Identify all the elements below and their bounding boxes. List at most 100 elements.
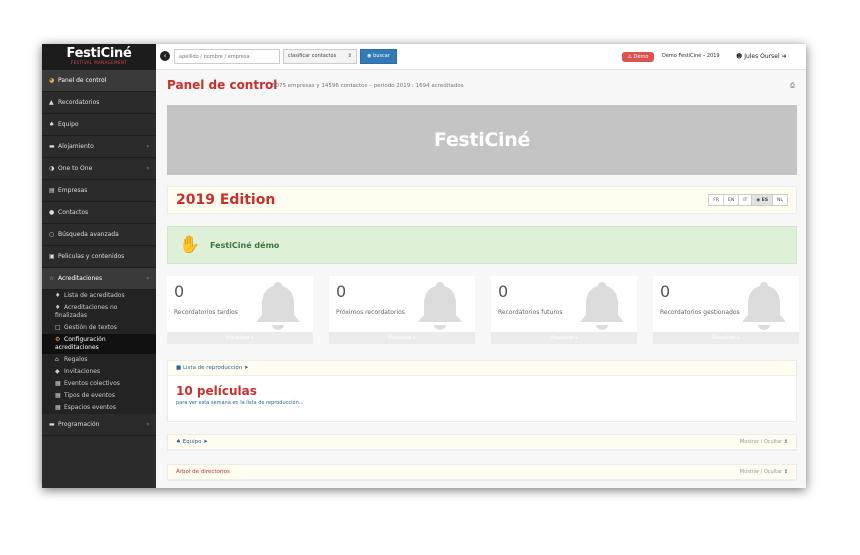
welcome-text: FestiCiné démo [210,241,280,250]
sidebar-item-label: Recordatorios [58,99,100,106]
language-switcher: FR EN IT ◉ ES NL [708,194,788,206]
language-button-nl[interactable]: NL [772,194,788,206]
sidebar-item-alojamiento[interactable]: ▬ Alojamiento › [42,136,156,158]
festicine-logo[interactable]: FestiCiné FESTIVAL MANAGEMENT [42,44,156,70]
page-title: Panel de control [167,78,278,92]
reminder-count: 0 [174,282,185,301]
arrow-circle-icon: ➤ [243,365,249,371]
main-content: Panel de control 5075 empresas y 14596 c… [156,70,806,488]
bell-icon [577,278,627,334]
view-link-label: Visualizar [387,335,412,341]
gift-icon: ⌂ [55,356,59,363]
reminder-label: Próximos recordatorios [336,309,405,316]
reminder-count: 0 [498,282,509,301]
view-reminders-link[interactable]: Visualizar ▸ [491,332,637,344]
sidebar-item-label: Alojamiento [58,143,94,150]
sidebar-item-label: Empresas [58,187,88,194]
sidebar-item-label: One to One [58,165,93,172]
sidebar-item-label: Peliculas y contenidos [58,253,125,260]
language-button-it[interactable]: IT [738,194,753,206]
sidebar-item-peliculas-y-contenidos[interactable]: ▣ Peliculas y contenidos [42,246,156,268]
reminder-label: Recordatorios gestionados [660,309,740,316]
user-menu[interactable]: ☻ Jules Oursel ➜ [736,49,787,64]
users-icon: ♦ [55,304,61,311]
sidebar-subitem-label: Espacios eventos [64,404,116,411]
users-icon: ♦ [55,292,61,299]
film-icon: ▣ [49,253,55,260]
sidebar-item-empresas[interactable]: ▤ Empresas [42,180,156,202]
sort-contacts-select[interactable]: clasificar contactos ⇕ [283,49,357,64]
arrow-circle-icon: ▸ [735,335,741,341]
sidebar-item-equipo[interactable]: ♠ Equipo [42,114,156,136]
sidebar-subitem-lista-de-acreditados[interactable]: ♦ Lista de acreditados [42,290,156,302]
toggle-tree-link[interactable]: Mostrar / Ocultar ↕ [740,465,788,480]
sidebar-subitem-tipos-de-eventos[interactable]: ▦ Tipos de eventos [42,390,156,402]
language-button-fr[interactable]: FR [708,194,724,206]
team-panel: ♠ Equipo ➤ Mostrar / Ocultar ↕ [167,434,797,451]
reminder-card: 0 Recordatorios futuros Visualizar ▸ [491,276,637,344]
view-link-label: Visualizar [549,335,574,341]
chat-icon: ◑ [49,165,55,172]
reminder-card: 0 Próximos recordatorios Visualizar ▸ [329,276,475,344]
sidebar-item-label: Búsqueda avanzada [58,231,119,238]
reminder-card: 0 Recordatorios gestionados Visualizar ▸ [653,276,799,344]
playlist-panel-header[interactable]: ■ Lista de reproducción ➤ [168,361,796,376]
reminder-label: Recordatorios futuros [498,309,563,316]
select-caret-icon: ⇕ [347,53,352,59]
sidebar-subitem-label: Eventos colectivos [64,380,120,387]
directory-tree-panel-header[interactable]: Árbol de directorios Mostrar / Ocultar ↕ [168,465,796,480]
sidebar-item-panel-de-control[interactable]: ◕ Panel de control [42,70,156,92]
reminder-label: Recordatorios tardíos [174,309,238,316]
search-icon: ◉ [367,53,372,59]
chevron-right-icon: › [146,275,149,282]
sidebar-subitem-invitaciones[interactable]: ◆ Invitaciones [42,366,156,378]
sidebar-item-b-squeda-avanzada[interactable]: ○ Búsqueda avanzada [42,224,156,246]
user-icon: ● [49,209,55,216]
arrow-circle-icon: ▸ [411,335,417,341]
sidebar-subitem-label: Invitaciones [64,368,101,375]
bell-icon [739,278,789,334]
sidebar-subitem-configuraci-n-acreditaciones[interactable]: ⚙ Configuración acreditaciones [42,334,156,354]
sidebar-subitem-espacios-eventos[interactable]: ▦ Espacios eventos [42,402,156,414]
sidebar-item-contactos[interactable]: ● Contactos [42,202,156,224]
language-button-en[interactable]: EN [723,194,740,206]
sidebar-subitem-eventos-colectivos[interactable]: ▦ Eventos colectivos [42,378,156,390]
search-input[interactable] [174,49,280,64]
toggle-team-link[interactable]: Mostrar / Ocultar ↕ [740,435,788,450]
sidebar-item-recordatorios[interactable]: ▲ Recordatorios [42,92,156,114]
demo-badge: ⚠ Démo [622,52,654,62]
sidebar-item-programacion[interactable]: ▬ Programación › [42,414,156,436]
bell-icon [415,278,465,334]
edition-header: 2019 Edition FR EN IT ◉ ES NL [167,186,797,214]
print-icon[interactable]: ⎙ [790,82,795,90]
film-count[interactable]: 10 películas [176,384,257,398]
resize-icon: ↕ [783,439,788,445]
view-reminders-link[interactable]: Visualizar ▸ [167,332,313,344]
toggle-label: Mostrar / Ocultar [739,469,783,475]
collapse-sidebar-icon[interactable]: ‹ [160,51,170,61]
view-reminders-link[interactable]: Visualizar ▸ [653,332,799,344]
search-button[interactable]: ◉ buscar [360,49,397,64]
ticket-icon: ◆ [55,368,60,375]
sidebar-item-acreditaciones[interactable]: ☆ Acreditaciones › [42,268,156,290]
search-button-label: buscar [373,53,390,59]
calendar-icon: ▦ [55,392,61,399]
playlist-link[interactable]: para ver esta semana en la lista de repr… [176,399,304,407]
language-button-es[interactable]: ◉ ES [751,194,774,206]
bell-icon: ▲ [49,99,54,106]
warning-icon: ⚠ [627,54,633,60]
team-panel-header[interactable]: ♠ Equipo ➤ Mostrar / Ocultar ↕ [168,435,796,450]
team-icon: ♠ [176,439,181,445]
directory-tree-panel-title: Árbol de directorios [176,469,230,475]
accreditation-icon: ☆ [49,275,55,282]
calendar-icon: ▦ [55,380,61,387]
sidebar-subitem-acreditaciones-no-finalizadas[interactable]: ♦ Acreditaciones no finalizadas [42,302,156,322]
sidebar-subitem-regalos[interactable]: ⌂ Regalos [42,354,156,366]
festival-name[interactable]: Démo FestiCiné – 2019 [662,51,720,62]
sidebar-item-one-to-one[interactable]: ◑ One to One › [42,158,156,180]
logout-icon[interactable]: ➜ [782,53,787,60]
sidebar-subitem-label: Acreditaciones no finalizadas [55,304,118,319]
playlist-panel: ■ Lista de reproducción ➤ 10 películas p… [167,360,797,422]
view-reminders-link[interactable]: Visualizar ▸ [329,332,475,344]
sidebar-subitem-gesti-n-de-textos[interactable]: □ Gestión de textos [42,322,156,334]
